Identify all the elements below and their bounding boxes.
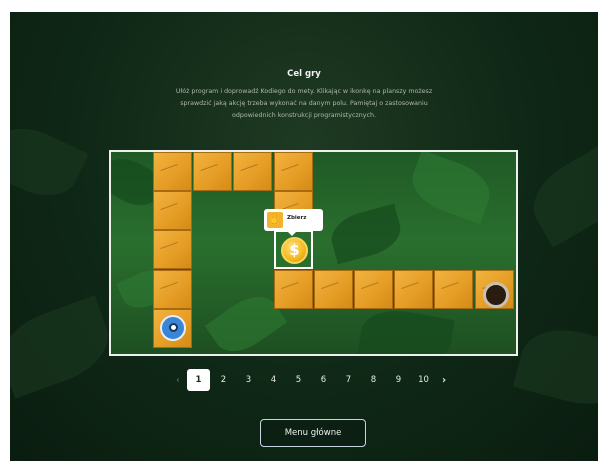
page-button-2[interactable]: 2 (211, 369, 236, 391)
main-menu-button[interactable]: Menu główne (260, 419, 366, 447)
action-tooltip: ✋ Zbierz (264, 209, 323, 236)
goal-description: Ułóż program i doprowadź Kodiego do mety… (175, 88, 433, 119)
page-button-9[interactable]: 9 (386, 369, 411, 391)
path-tile[interactable] (193, 152, 232, 191)
page-button-3[interactable]: 3 (236, 369, 261, 391)
path-tile[interactable] (314, 270, 353, 309)
level-pagination: ‹ 1 2 3 4 5 6 7 8 9 10 › (170, 369, 452, 391)
page-button-8[interactable]: 8 (361, 369, 386, 391)
path-tile[interactable] (354, 270, 393, 309)
finish-hole-icon (483, 282, 509, 308)
background-leaf (10, 295, 119, 399)
path-tile[interactable] (394, 270, 433, 309)
game-screen: Cel gry Ułóż program i doprowadź Kodiego… (10, 12, 598, 461)
page-button-7[interactable]: 7 (336, 369, 361, 391)
page-button-4[interactable]: 4 (261, 369, 286, 391)
hand-icon: ✋ (267, 212, 283, 228)
page-button-10[interactable]: 10 (411, 369, 436, 391)
page-title: Cel gry (287, 69, 321, 79)
path-tile[interactable] (274, 270, 313, 309)
robot-eye (169, 323, 178, 332)
path-tile[interactable] (153, 270, 192, 309)
jungle-leaf (404, 152, 498, 225)
page-button-1[interactable]: 1 (187, 369, 210, 391)
tooltip-label: Zbierz (287, 215, 307, 221)
page-button-6[interactable]: 6 (311, 369, 336, 391)
path-tile[interactable] (153, 230, 192, 269)
page-button-5[interactable]: 5 (286, 369, 311, 391)
path-tile[interactable] (233, 152, 272, 191)
path-tile[interactable] (434, 270, 473, 309)
path-tile[interactable] (274, 152, 313, 191)
path-tile[interactable] (153, 152, 192, 191)
next-page-icon[interactable]: › (436, 375, 452, 386)
robot-kodi-icon (160, 315, 186, 341)
coin-icon: $ (281, 237, 308, 264)
jungle-leaf (357, 304, 455, 354)
game-board: $ ✋ Zbierz (109, 150, 518, 356)
background-leaf (520, 141, 598, 248)
background-leaf (10, 115, 89, 209)
path-tile[interactable] (153, 191, 192, 230)
jungle-leaf (326, 203, 406, 265)
prev-page-icon[interactable]: ‹ (170, 375, 186, 386)
background-leaf (512, 318, 598, 416)
